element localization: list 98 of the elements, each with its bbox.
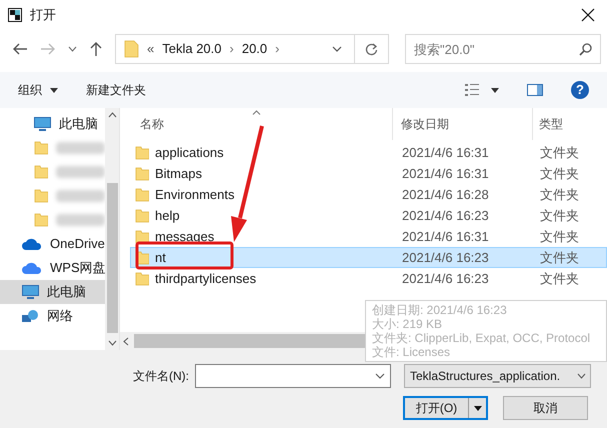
help-button[interactable]: ?: [571, 81, 589, 99]
address-bar[interactable]: « Tekla 20.0 › 20.0 ›: [115, 34, 389, 64]
modified-date: 2021/4/6 16:31: [401, 164, 490, 183]
chevron-down-icon: [108, 340, 116, 346]
caret-icon: [50, 88, 58, 92]
blurred-label: [56, 190, 105, 202]
file-name: Environments: [155, 186, 234, 204]
window-title: 打开: [30, 6, 56, 24]
sidebar-item[interactable]: 网络: [0, 304, 105, 328]
folder-icon: [34, 212, 48, 228]
cloud-icon: [22, 262, 42, 274]
modified-date: 2021/4/6 16:31: [401, 228, 490, 246]
preview-pane-icon[interactable]: [527, 84, 543, 96]
file-row[interactable]: messages 2021/4/6 16:31 文件夹: [130, 226, 607, 247]
search-field[interactable]: 搜索"20.0": [405, 34, 601, 64]
up-arrow-icon[interactable]: [89, 41, 103, 57]
tooltip-line: 文件夹: ClipperLib, Expat, OCC, Protocol: [372, 331, 592, 345]
file-row[interactable]: Environments 2021/4/6 16:28 文件夹: [130, 184, 607, 205]
new-folder-button[interactable]: 新建文件夹: [86, 81, 146, 99]
file-row[interactable]: help 2021/4/6 16:23 文件夹: [130, 205, 607, 226]
modified-date: 2021/4/6 16:23: [401, 248, 490, 267]
chevron-up-icon: [108, 112, 116, 118]
back-arrow-icon[interactable]: [12, 42, 28, 56]
breadcrumb-overflow[interactable]: «: [147, 39, 154, 59]
blurred-label: [56, 214, 105, 226]
file-row[interactable]: applications 2021/4/6 16:31 文件夹: [130, 142, 607, 163]
view-options-button[interactable]: [465, 84, 499, 96]
chevron-down-icon: [577, 373, 586, 379]
folder-icon: [135, 208, 149, 224]
file-name: applications: [155, 144, 224, 162]
list-view-icon: [465, 84, 479, 96]
chevron-down-icon[interactable]: [375, 373, 385, 379]
blurred-label: [56, 166, 105, 178]
file-name: messages: [155, 228, 214, 246]
close-icon[interactable]: [581, 8, 595, 22]
vertical-scrollbar[interactable]: [105, 108, 119, 350]
chevron-down-icon[interactable]: [68, 46, 77, 52]
file-type: 文件夹: [539, 248, 580, 267]
tooltip-line: 文件: Licenses: [372, 345, 452, 359]
filename-field[interactable]: [195, 364, 391, 388]
file-row[interactable]: thirdpartylicenses 2021/4/6 16:23 文件夹: [130, 268, 607, 289]
file-name: thirdpartylicenses: [155, 270, 256, 288]
caret-icon: [491, 88, 499, 92]
sort-indicator-icon: [252, 110, 261, 115]
folder-icon: [124, 40, 139, 58]
file-name: nt: [155, 248, 166, 267]
blurred-label: [56, 142, 105, 154]
folder-icon: [34, 164, 48, 180]
caret-icon: [474, 406, 482, 410]
folder-icon: [34, 188, 48, 204]
filename-label: 文件名(N):: [133, 368, 190, 385]
file-type: 文件夹: [539, 164, 580, 183]
file-type-dropdown[interactable]: TeklaStructures_application.: [404, 364, 591, 388]
monitor-icon: [22, 285, 39, 299]
app-icon: [8, 8, 22, 22]
file-type: 文件夹: [539, 144, 580, 162]
scrollbar-thumb[interactable]: [107, 183, 118, 333]
open-button[interactable]: 打开(O): [405, 398, 468, 418]
folder-icon: [135, 270, 149, 286]
file-type: 文件夹: [539, 186, 580, 204]
search-icon[interactable]: [579, 43, 592, 56]
folder-icon: [135, 186, 149, 202]
sidebar-item[interactable]: WPS网盘: [0, 256, 105, 280]
folder-icon: [34, 140, 48, 156]
folder-icon: [135, 166, 149, 182]
file-type: 文件夹: [539, 206, 580, 225]
tooltip-line: 大小: 219 KB: [372, 317, 444, 331]
modified-date: 2021/4/6 16:31: [401, 144, 490, 162]
cloud-icon: [22, 238, 42, 250]
modified-date: 2021/4/6 16:28: [401, 186, 490, 204]
column-header[interactable]: 类型: [532, 108, 602, 140]
cancel-button[interactable]: 取消: [503, 396, 588, 420]
file-name: help: [155, 206, 180, 225]
modified-date: 2021/4/6 16:23: [401, 206, 490, 225]
file-row[interactable]: Bitmaps 2021/4/6 16:31 文件夹: [130, 163, 607, 184]
breadcrumb[interactable]: 20.0: [242, 39, 268, 59]
folder-icon: [135, 144, 149, 160]
breadcrumb-separator: ›: [275, 40, 280, 58]
tooltip-line: 创建日期: 2021/4/6 16:23: [372, 303, 508, 317]
file-row[interactable]: nt 2021/4/6 16:23 文件夹: [130, 247, 607, 268]
chevron-down-icon[interactable]: [332, 46, 342, 52]
open-split-button[interactable]: 打开(O): [403, 396, 488, 420]
monitor-icon: [34, 117, 51, 131]
chevron-left-icon: [123, 336, 129, 346]
file-name: Bitmaps: [155, 164, 202, 183]
folder-icon: [135, 228, 149, 244]
network-icon: [22, 309, 39, 323]
sidebar-item[interactable]: 此电脑: [0, 280, 105, 304]
file-type: 文件夹: [539, 228, 580, 246]
breadcrumb[interactable]: Tekla 20.0: [162, 39, 222, 59]
breadcrumb-separator: ›: [230, 40, 234, 58]
organize-menu-button[interactable]: 组织: [18, 81, 58, 99]
refresh-icon: [365, 42, 378, 56]
file-type: 文件夹: [539, 270, 580, 288]
sidebar-item[interactable]: OneDrive: [0, 232, 105, 256]
modified-date: 2021/4/6 16:23: [401, 270, 490, 288]
column-header[interactable]: 修改日期: [392, 108, 532, 140]
column-header[interactable]: 名称: [130, 108, 392, 140]
